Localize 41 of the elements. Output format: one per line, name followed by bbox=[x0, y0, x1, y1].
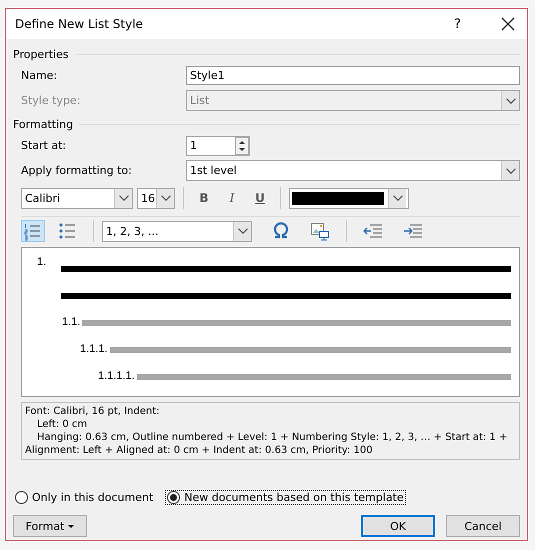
field-label: Style type: bbox=[20, 94, 82, 107]
dialog-button[interactable]: OK bbox=[361, 515, 435, 537]
field-label: Apply formatting to: bbox=[20, 164, 133, 177]
apply-to-dropdown[interactable]: 1st level bbox=[186, 160, 520, 181]
omega-icon[interactable] bbox=[272, 222, 290, 240]
font-color-dropdown[interactable] bbox=[289, 188, 409, 208]
chevron-down-icon[interactable] bbox=[160, 195, 170, 201]
close-icon[interactable] bbox=[501, 17, 515, 31]
chevron-down-icon[interactable] bbox=[238, 228, 248, 234]
list-number: 1. bbox=[37, 256, 48, 268]
description-text: Font: Calibri, 16 pt, Indent: bbox=[25, 405, 161, 418]
number-style-dropdown[interactable]: 1, 2, 3, ... bbox=[102, 220, 252, 242]
font-dropdown[interactable]: Calibri bbox=[21, 188, 133, 208]
description-text: Hanging: 0.63 cm, Outline numbered + Level: 1 + Numbering Style: 1, 2, 3, … + Start at: 1 + Alignment: Left + Aligned at: 0 cm + Indent at: 0.63 cm, Priority: 100 bbox=[25, 431, 508, 457]
list-number: 1.1.1.1. bbox=[98, 370, 135, 382]
increase-indent-icon[interactable] bbox=[403, 223, 423, 239]
name-field[interactable]: Style1 bbox=[186, 66, 520, 85]
start-at-spinner[interactable]: 1 bbox=[186, 136, 250, 156]
bold-button[interactable]: B bbox=[192, 187, 216, 209]
decrease-indent-icon[interactable] bbox=[363, 223, 383, 239]
field-label: Name: bbox=[20, 69, 58, 82]
radio-option[interactable]: Only in this document bbox=[13, 490, 156, 505]
picture-bullet-icon[interactable] bbox=[310, 221, 330, 241]
list-number: 1.1.1. bbox=[80, 343, 108, 355]
section-heading: Properties bbox=[13, 48, 69, 60]
radio-option[interactable]: New documents based on this template bbox=[165, 490, 406, 505]
chevron-down-icon[interactable] bbox=[118, 195, 128, 201]
section-heading: Formatting bbox=[13, 118, 74, 130]
size-dropdown[interactable]: 16 bbox=[137, 188, 175, 208]
chevron-down-icon[interactable] bbox=[392, 195, 402, 201]
dialog-button[interactable]: Cancel bbox=[446, 515, 520, 537]
list-number: 1.1. bbox=[62, 316, 80, 328]
format-menu-button[interactable]: Format bbox=[13, 515, 87, 537]
chevron-down-icon[interactable] bbox=[506, 168, 516, 174]
underline-button[interactable]: U bbox=[248, 187, 272, 209]
italic-button[interactable]: I bbox=[220, 187, 244, 209]
window-title: Define New List Style bbox=[15, 17, 144, 31]
description-text: Left: 0 cm bbox=[36, 418, 88, 431]
help-button[interactable]: ? bbox=[454, 16, 461, 32]
field-label: Start at: bbox=[20, 139, 68, 152]
spin-arrows-icon[interactable] bbox=[235, 136, 249, 154]
